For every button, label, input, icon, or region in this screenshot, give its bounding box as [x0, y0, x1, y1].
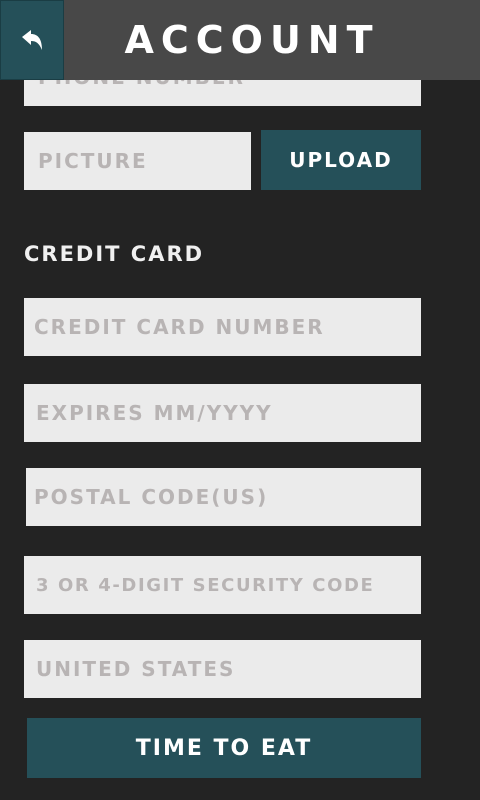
back-button[interactable]	[0, 0, 64, 80]
upload-button[interactable]: UPLOAD	[261, 130, 421, 190]
back-arrow-icon	[22, 30, 42, 50]
picture-placeholder: PICTURE	[38, 149, 148, 173]
country-value: UNITED STATES	[36, 657, 236, 681]
country-field[interactable]: UNITED STATES	[24, 640, 421, 698]
credit-card-number-placeholder: CREDIT CARD NUMBER	[34, 315, 325, 339]
credit-card-heading: CREDIT CARD	[24, 242, 205, 266]
header-bar: ACCOUNT	[0, 0, 480, 80]
security-code-field[interactable]: 3 OR 4-DIGIT SECURITY CODE	[24, 556, 421, 614]
expiry-field[interactable]: EXPIRES MM/YYYY	[24, 384, 421, 442]
expiry-placeholder: EXPIRES MM/YYYY	[36, 401, 273, 425]
time-to-eat-button[interactable]: TIME TO EAT	[27, 718, 421, 778]
picture-field[interactable]: PICTURE	[24, 132, 251, 190]
page-title: ACCOUNT	[124, 18, 380, 62]
postal-code-field[interactable]: POSTAL CODE(US)	[26, 468, 421, 526]
credit-card-number-field[interactable]: CREDIT CARD NUMBER	[24, 298, 421, 356]
security-code-placeholder: 3 OR 4-DIGIT SECURITY CODE	[36, 574, 375, 596]
postal-code-placeholder: POSTAL CODE(US)	[34, 485, 269, 509]
